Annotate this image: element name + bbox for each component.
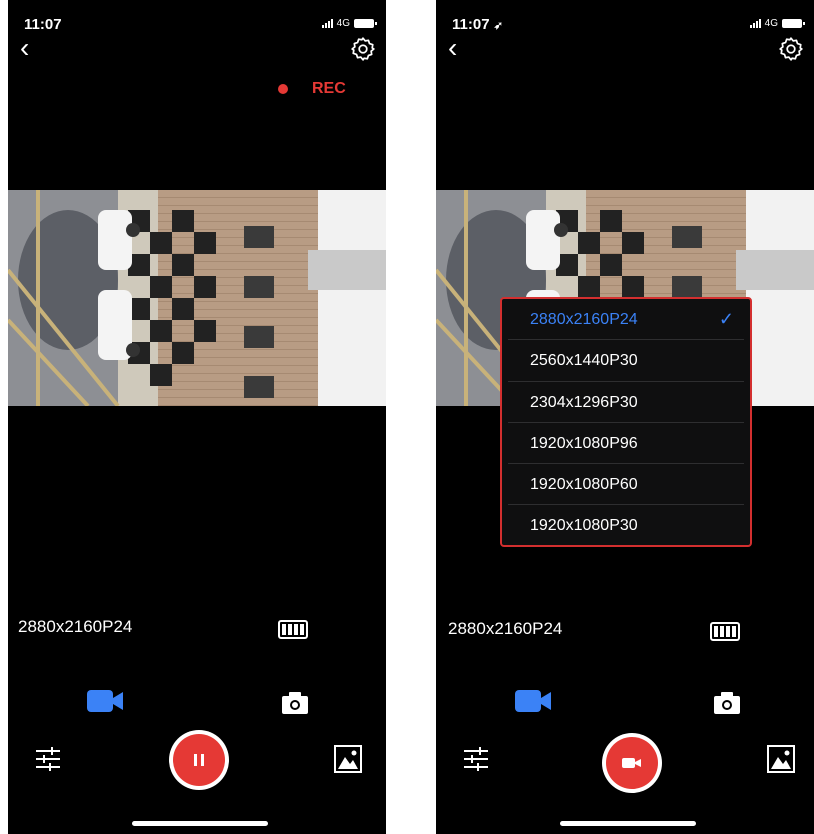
gear-icon[interactable] xyxy=(350,36,376,62)
pause-icon xyxy=(173,734,225,786)
signal-icon xyxy=(321,19,333,28)
rec-label: REC xyxy=(312,80,346,97)
resolution-option[interactable]: 2304x1296P30 xyxy=(508,382,744,423)
current-resolution-label[interactable]: 2880x2160P24 xyxy=(448,619,562,639)
pause-recording-button[interactable] xyxy=(169,730,229,790)
status-bar: 4G xyxy=(749,18,805,29)
status-time: 11:07 xyxy=(24,16,62,33)
home-indicator xyxy=(132,821,268,826)
current-resolution-label[interactable]: 2880x2160P24 xyxy=(18,617,132,637)
image-icon[interactable] xyxy=(767,745,795,773)
rec-indicator: REC xyxy=(278,80,346,98)
camera-battery-icon xyxy=(710,622,740,641)
resolution-option[interactable]: 2880x2160P24 ✓ xyxy=(508,299,744,341)
resolution-option[interactable]: 2560x1440P30 xyxy=(508,340,744,382)
image-icon[interactable] xyxy=(334,745,362,773)
battery-icon xyxy=(354,19,377,28)
camera-battery-icon xyxy=(278,620,308,639)
sliders-icon[interactable] xyxy=(34,745,62,773)
back-button[interactable]: ‹ xyxy=(20,34,29,62)
video-camera-icon[interactable] xyxy=(513,686,553,716)
video-record-icon xyxy=(606,737,658,789)
sliders-icon[interactable] xyxy=(462,745,490,773)
status-time: 11:07 ➶ xyxy=(452,16,503,33)
battery-icon xyxy=(782,19,805,28)
network-label: 4G xyxy=(764,18,778,29)
video-camera-icon[interactable] xyxy=(85,686,125,716)
camera-icon[interactable] xyxy=(280,690,310,716)
record-button[interactable] xyxy=(602,733,662,793)
camera-preview xyxy=(8,190,386,406)
gear-icon[interactable] xyxy=(778,36,804,62)
network-label: 4G xyxy=(336,18,350,29)
back-button[interactable]: ‹ xyxy=(448,34,457,62)
camera-icon[interactable] xyxy=(712,690,742,716)
resolution-option[interactable]: 1920x1080P96 xyxy=(508,423,744,465)
checkmark-icon: ✓ xyxy=(718,309,734,329)
resolution-dropdown: 2880x2160P24 ✓ 2560x1440P30 2304x1296P30 … xyxy=(500,297,752,547)
signal-icon xyxy=(749,19,761,28)
home-indicator xyxy=(560,821,696,826)
rec-dot-icon xyxy=(278,84,288,94)
phone-screen-recording: 11:07 4G ‹ REC 2880x2160P24 xyxy=(8,0,386,834)
status-bar: 4G xyxy=(321,18,377,29)
phone-screen-resolution-menu: 11:07 ➶ 4G ‹ 2880x2160P24 ✓ 2560x1440P30 … xyxy=(436,0,814,834)
resolution-option[interactable]: 1920x1080P30 xyxy=(508,505,744,546)
resolution-option[interactable]: 1920x1080P60 xyxy=(508,464,744,506)
